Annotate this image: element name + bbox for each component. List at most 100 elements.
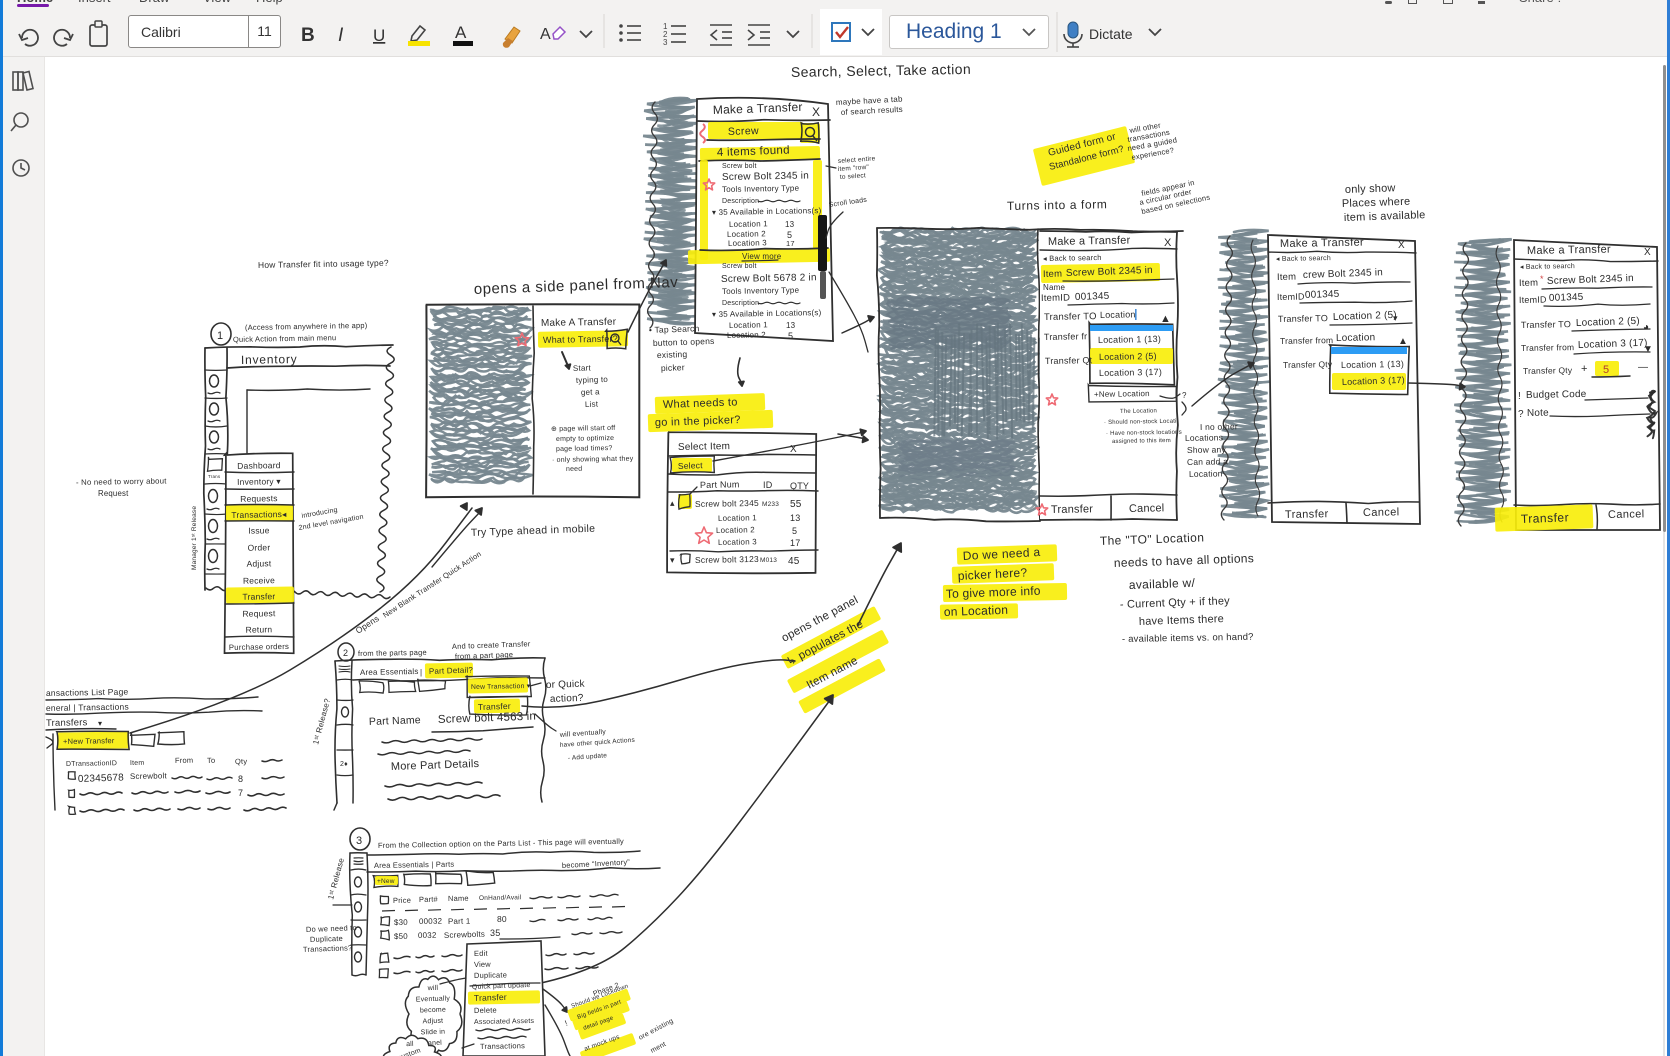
svg-text:◂ Back to search: ◂ Back to search — [1520, 263, 1575, 271]
svg-text:+: + — [1581, 363, 1588, 375]
svg-text:2: 2 — [343, 648, 348, 658]
svg-text:From: From — [175, 756, 193, 765]
svg-text:Screwbolts: Screwbolts — [444, 930, 485, 940]
svg-text:Select Item: Select Item — [678, 441, 730, 453]
svg-text:ItemID: ItemID — [1041, 292, 1070, 304]
svg-text:ansactions List Page: ansactions List Page — [46, 687, 129, 698]
svg-text:DTransactionID: DTransactionID — [66, 760, 117, 768]
svg-text:◕: ◕ — [1643, 322, 1649, 333]
svg-text:ItemID: ItemID — [1519, 295, 1547, 305]
svg-text:X: X — [1644, 247, 1651, 258]
svg-text:action?: action? — [550, 693, 584, 705]
svg-text:35: 35 — [490, 928, 500, 938]
svg-text:M233: M233 — [762, 501, 779, 508]
svg-text:Location: Location — [1189, 468, 1223, 479]
svg-text:45: 45 — [788, 556, 800, 567]
svg-text:Eventually: Eventually — [416, 995, 451, 1003]
svg-text:⊕ page will start off: ⊕ page will start off — [551, 425, 616, 433]
svg-text:button to opens: button to opens — [653, 336, 715, 348]
svg-text:Opens: Opens — [354, 613, 381, 636]
svg-text:Transfer TO: Transfer TO — [1278, 313, 1328, 324]
svg-text:Location 3 (17): Location 3 (17) — [1099, 367, 1162, 378]
svg-text:!: ! — [1518, 391, 1521, 402]
svg-text:opens a side panel from Nav: opens a side panel from Nav — [474, 274, 679, 298]
svg-text:▲: ▲ — [1160, 313, 1171, 325]
svg-text:B: B — [301, 25, 315, 46]
svg-text:Budget Code: Budget Code — [1526, 389, 1587, 401]
svg-text:To: To — [207, 756, 215, 765]
svg-text:Cancel: Cancel — [1129, 502, 1165, 515]
svg-text:Transfer: Transfer — [1285, 508, 1329, 521]
svg-text:Order: Order — [247, 542, 270, 552]
svg-text:Return: Return — [246, 624, 273, 634]
svg-text:Dashboard: Dashboard — [237, 460, 281, 471]
svg-text:Adjust: Adjust — [246, 558, 271, 568]
svg-text:Make A Transfer: Make A Transfer — [541, 317, 617, 329]
svg-text:80: 80 — [497, 914, 507, 924]
svg-text:Scroll loads: Scroll loads — [828, 197, 867, 209]
svg-text:What to Transfer?: What to Transfer? — [543, 334, 618, 345]
svg-text:Turns into a form: Turns into a form — [1007, 197, 1108, 213]
svg-text:Item: Item — [1043, 269, 1062, 280]
svg-text:ItemID: ItemID — [1277, 292, 1305, 302]
svg-text:X: X — [1398, 240, 1405, 251]
svg-text:or Quick: or Quick — [546, 679, 586, 691]
svg-text:Qty: Qty — [235, 757, 247, 766]
svg-text:Screw Bolt 5678 2 in: Screw Bolt 5678 2 in — [721, 272, 817, 285]
svg-text:get a: get a — [581, 387, 600, 397]
svg-text:Transfer TO: Transfer TO — [1521, 319, 1571, 330]
svg-text:eneral | Transactions: eneral | Transactions — [46, 702, 129, 713]
svg-text:5: 5 — [792, 526, 797, 536]
svg-text:- available items vs. on hand?: - available items vs. on hand? — [1122, 632, 1254, 645]
svg-text:Screw bolt: Screw bolt — [722, 263, 757, 270]
svg-text:▾ 35 Available in Locations(s): ▾ 35 Available in Locations(s) — [712, 206, 822, 217]
svg-text:on Location: on Location — [944, 603, 1009, 619]
svg-text:|: | — [420, 668, 422, 677]
svg-text:Transfer from: Transfer from — [1280, 335, 1333, 346]
svg-text:Name: Name — [448, 894, 469, 903]
svg-text:item is available: item is available — [1344, 209, 1426, 224]
svg-text:to select: to select — [840, 172, 866, 181]
svg-text:Transfer fr: Transfer fr — [1044, 331, 1088, 342]
svg-text:Inventory ▾: Inventory ▾ — [237, 476, 281, 487]
svg-text:Cancel: Cancel — [1363, 506, 1400, 519]
svg-text:· only showing what they: · only showing what they — [552, 456, 634, 464]
svg-text:Transactions: Transactions — [480, 1041, 525, 1051]
svg-text:- No need to worry about: - No need to worry about — [76, 476, 167, 487]
svg-text:Transfer: Transfer — [1051, 503, 1093, 516]
svg-text:Location: Location — [1100, 309, 1136, 320]
svg-text:page load times?: page load times? — [556, 445, 613, 453]
svg-text:▾ 35 Available in Locations(s): ▾ 35 Available in Locations(s) — [712, 308, 822, 319]
svg-text:Part Detail?: Part Detail? — [429, 665, 474, 676]
svg-text:001345: 001345 — [1075, 291, 1110, 303]
svg-text:▾: ▾ — [98, 719, 102, 728]
svg-text:Places where: Places where — [1342, 196, 1411, 210]
svg-text:become: become — [420, 1007, 446, 1015]
svg-text:QTY: QTY — [790, 481, 809, 491]
svg-text:Location 2: Location 2 — [727, 330, 766, 340]
svg-text:View: View — [474, 960, 491, 969]
svg-text:X: X — [812, 105, 820, 119]
svg-text:$30: $30 — [394, 918, 408, 927]
svg-text:Location 1: Location 1 — [729, 219, 768, 229]
svg-text:only show: only show — [1345, 182, 1396, 196]
svg-text:Location 2: Location 2 — [716, 525, 755, 535]
svg-text:*: * — [1540, 274, 1544, 284]
svg-text:Make a Transfer: Make a Transfer — [1048, 235, 1131, 248]
svg-text:Transfer from: Transfer from — [1521, 342, 1574, 353]
svg-text:(Access from anywhere in the a: (Access from anywhere in the app) — [245, 321, 368, 332]
svg-text:select entire: select entire — [838, 155, 876, 165]
svg-text:Delete: Delete — [474, 1006, 497, 1015]
svg-text:Make a Transfer: Make a Transfer — [1280, 237, 1364, 250]
svg-text:New Transaction ▾: New Transaction ▾ — [471, 683, 531, 691]
svg-text:55: 55 — [790, 499, 802, 510]
svg-text:I: I — [338, 25, 344, 46]
svg-text:Tools Inventory Type: Tools Inventory Type — [722, 286, 800, 296]
svg-text:Select: Select — [678, 460, 704, 471]
svg-text:4 items found: 4 items found — [717, 144, 790, 159]
svg-text:5: 5 — [788, 331, 793, 341]
svg-text:And to create Transfer: And to create Transfer — [452, 639, 531, 651]
svg-text:Adjust: Adjust — [423, 1018, 444, 1026]
svg-text:will eventually: will eventually — [559, 729, 607, 739]
svg-text:The "TO" Location: The "TO" Location — [1100, 530, 1205, 548]
